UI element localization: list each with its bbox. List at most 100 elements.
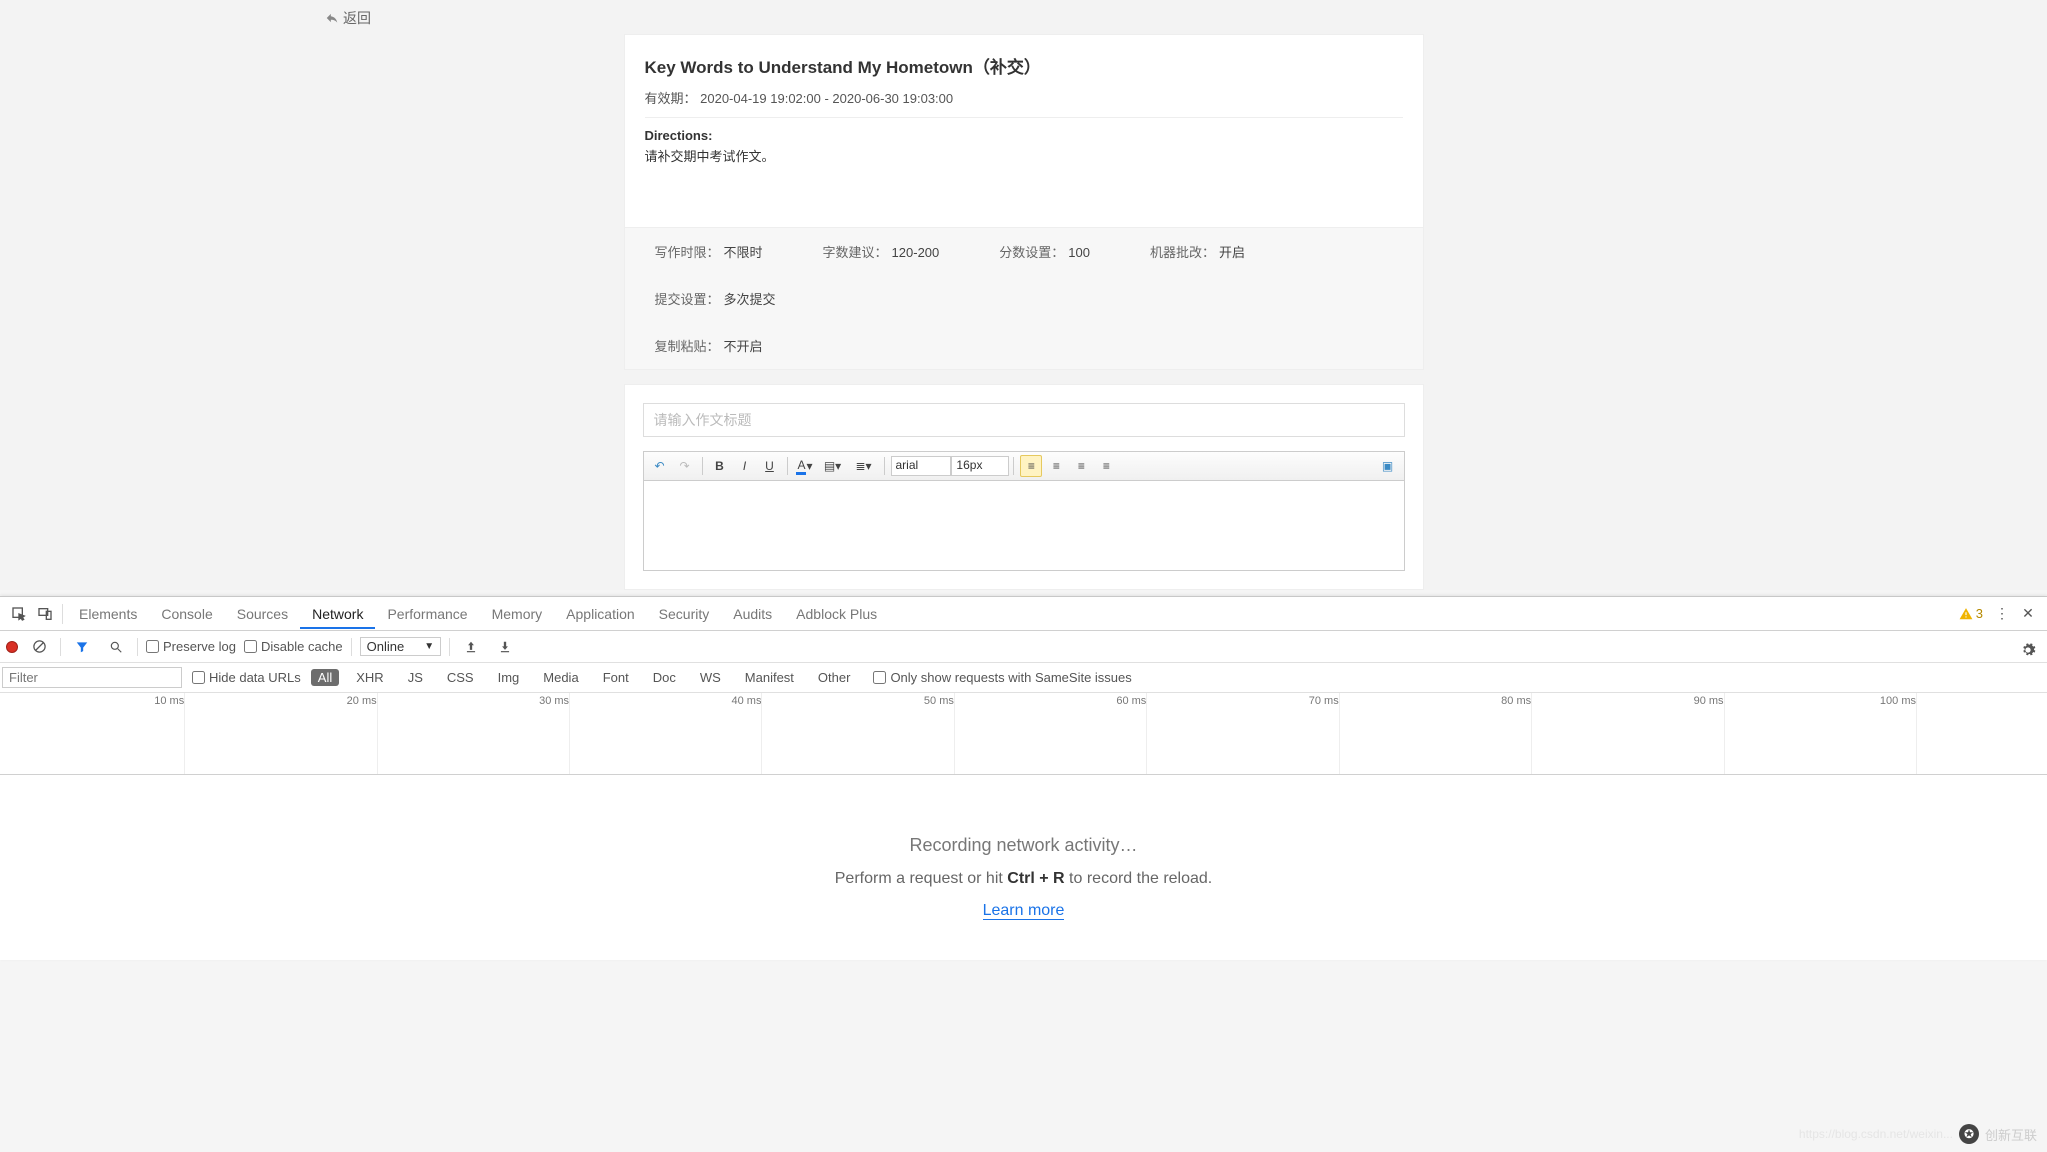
watermark-url: https://blog.csdn.net/weixin...: [1799, 1127, 1953, 1141]
chip-media[interactable]: Media: [536, 669, 585, 686]
bg-color-button[interactable]: ▤▾: [819, 455, 847, 477]
network-timeline[interactable]: 10 ms 20 ms 30 ms 40 ms 50 ms 60 ms 70 m…: [0, 693, 2047, 775]
font-family-select[interactable]: arial: [891, 456, 951, 476]
watermark: https://blog.csdn.net/weixin... ✪ 创新互联: [1799, 1124, 2037, 1144]
tab-memory[interactable]: Memory: [480, 599, 555, 629]
align-center-button[interactable]: ≡: [1045, 455, 1067, 477]
tab-security[interactable]: Security: [647, 599, 722, 629]
record-button[interactable]: [6, 641, 18, 653]
essay-title-input[interactable]: [643, 403, 1405, 437]
list-button[interactable]: ≣▾: [850, 455, 878, 477]
tab-audits[interactable]: Audits: [721, 599, 784, 629]
tab-elements[interactable]: Elements: [67, 599, 149, 629]
export-har-icon[interactable]: [492, 634, 518, 660]
validity-label: 有效期：: [645, 91, 697, 106]
validity-row: 有效期： 2020-04-19 19:02:00 - 2020-06-30 19…: [645, 88, 1403, 107]
watermark-logo-icon: ✪: [1959, 1124, 1979, 1144]
chip-js[interactable]: JS: [401, 669, 430, 686]
undo-button[interactable]: ↶: [649, 455, 671, 477]
chip-xhr[interactable]: XHR: [349, 669, 390, 686]
timeline-tick: 70 ms: [1309, 695, 1339, 707]
separator: [137, 638, 138, 656]
assignment-card: Key Words to Understand My Hometown（补交） …: [624, 34, 1424, 228]
setting-submit: 提交设置：多次提交: [655, 289, 776, 308]
timeline-tick: 10 ms: [154, 695, 184, 707]
separator: [60, 638, 61, 656]
setting-word-count: 字数建议：120-200: [823, 242, 940, 261]
network-empty-state: Recording network activity… Perform a re…: [0, 775, 2047, 960]
filter-toggle-icon[interactable]: [69, 634, 95, 660]
divider: [645, 117, 1403, 118]
directions-label: Directions:: [645, 128, 1403, 143]
throttling-select[interactable]: Online▼: [360, 637, 441, 656]
disable-cache-checkbox[interactable]: Disable cache: [244, 639, 343, 654]
timeline-tick: 100 ms: [1880, 695, 1916, 707]
learn-more-link[interactable]: Learn more: [983, 902, 1065, 920]
tab-adblock[interactable]: Adblock Plus: [784, 599, 889, 629]
align-left-button[interactable]: ≡: [1020, 455, 1042, 477]
directions-text: 请补交期中考试作文。: [645, 146, 1403, 165]
empty-line1: Recording network activity…: [0, 835, 2047, 856]
settings-bar: 写作时限：不限时 字数建议：120-200 分数设置：100 机器批改：开启 提…: [624, 228, 1424, 370]
align-justify-button[interactable]: ≡: [1095, 455, 1117, 477]
more-menu-icon[interactable]: ⋮: [1989, 601, 2015, 627]
timeline-tick: 20 ms: [347, 695, 377, 707]
search-icon[interactable]: [103, 634, 129, 660]
settings-gear-icon[interactable]: [2015, 637, 2041, 663]
font-color-button[interactable]: A▾: [794, 455, 816, 477]
tab-network[interactable]: Network: [300, 599, 375, 629]
network-filter-row: Hide data URLs All XHR JS CSS Img Media …: [0, 663, 2047, 693]
chip-all[interactable]: All: [311, 669, 339, 686]
tab-performance[interactable]: Performance: [375, 599, 479, 629]
chip-css[interactable]: CSS: [440, 669, 481, 686]
back-label: 返回: [343, 8, 371, 28]
assignment-title: Key Words to Understand My Hometown（补交）: [645, 53, 1403, 78]
empty-line2: Perform a request or hit Ctrl + R to rec…: [0, 870, 2047, 888]
inspect-element-icon[interactable]: [6, 601, 32, 627]
separator: [351, 638, 352, 656]
validity-range: 2020-04-19 19:02:00 - 2020-06-30 19:03:0…: [700, 91, 953, 106]
separator: [884, 457, 885, 475]
preserve-log-checkbox[interactable]: Preserve log: [146, 639, 236, 654]
chip-ws[interactable]: WS: [693, 669, 728, 686]
filter-input[interactable]: [2, 667, 182, 688]
separator: [1013, 457, 1014, 475]
back-link[interactable]: 返回: [325, 8, 371, 28]
redo-button[interactable]: ↷: [674, 455, 696, 477]
warning-badge[interactable]: 3: [1959, 606, 1983, 621]
bold-button[interactable]: B: [709, 455, 731, 477]
rte-toolbar: ↶ ↷ B I U A▾ ▤▾ ≣▾ arial▼ 16px▼ ≡ ≡ ≡ ≡ …: [643, 451, 1405, 481]
font-size-select[interactable]: 16px: [951, 456, 1009, 476]
chip-font[interactable]: Font: [596, 669, 636, 686]
editor-panel: ↶ ↷ B I U A▾ ▤▾ ≣▾ arial▼ 16px▼ ≡ ≡ ≡ ≡ …: [624, 384, 1424, 590]
import-har-icon[interactable]: [458, 634, 484, 660]
chip-other[interactable]: Other: [811, 669, 858, 686]
samesite-checkbox[interactable]: Only show requests with SameSite issues: [873, 670, 1131, 685]
devtools-tabbar: Elements Console Sources Network Perform…: [0, 597, 2047, 631]
chip-img[interactable]: Img: [491, 669, 527, 686]
tab-application[interactable]: Application: [554, 599, 647, 629]
italic-button[interactable]: I: [734, 455, 756, 477]
fullscreen-button[interactable]: ▣: [1377, 455, 1399, 477]
timeline-tick: 80 ms: [1501, 695, 1531, 707]
separator: [702, 457, 703, 475]
close-devtools-icon[interactable]: ✕: [2015, 601, 2041, 627]
watermark-brand: 创新互联: [1985, 1125, 2037, 1144]
clear-icon[interactable]: [26, 634, 52, 660]
device-toggle-icon[interactable]: [32, 601, 58, 627]
timeline-tick: 90 ms: [1694, 695, 1724, 707]
reply-arrow-icon: [325, 11, 339, 25]
rte-content-area[interactable]: [643, 481, 1405, 571]
timeline-tick: 60 ms: [1116, 695, 1146, 707]
chip-manifest[interactable]: Manifest: [738, 669, 801, 686]
setting-copy-paste: 复制粘贴：不开启: [655, 336, 1393, 355]
tab-sources[interactable]: Sources: [225, 599, 300, 629]
chip-doc[interactable]: Doc: [646, 669, 683, 686]
setting-score: 分数设置：100: [999, 242, 1090, 261]
hide-data-urls-checkbox[interactable]: Hide data URLs: [192, 670, 301, 685]
tab-console[interactable]: Console: [149, 599, 224, 629]
network-toolbar: Preserve log Disable cache Online▼: [0, 631, 2047, 663]
timeline-tick: 50 ms: [924, 695, 954, 707]
align-right-button[interactable]: ≡: [1070, 455, 1092, 477]
underline-button[interactable]: U: [759, 455, 781, 477]
